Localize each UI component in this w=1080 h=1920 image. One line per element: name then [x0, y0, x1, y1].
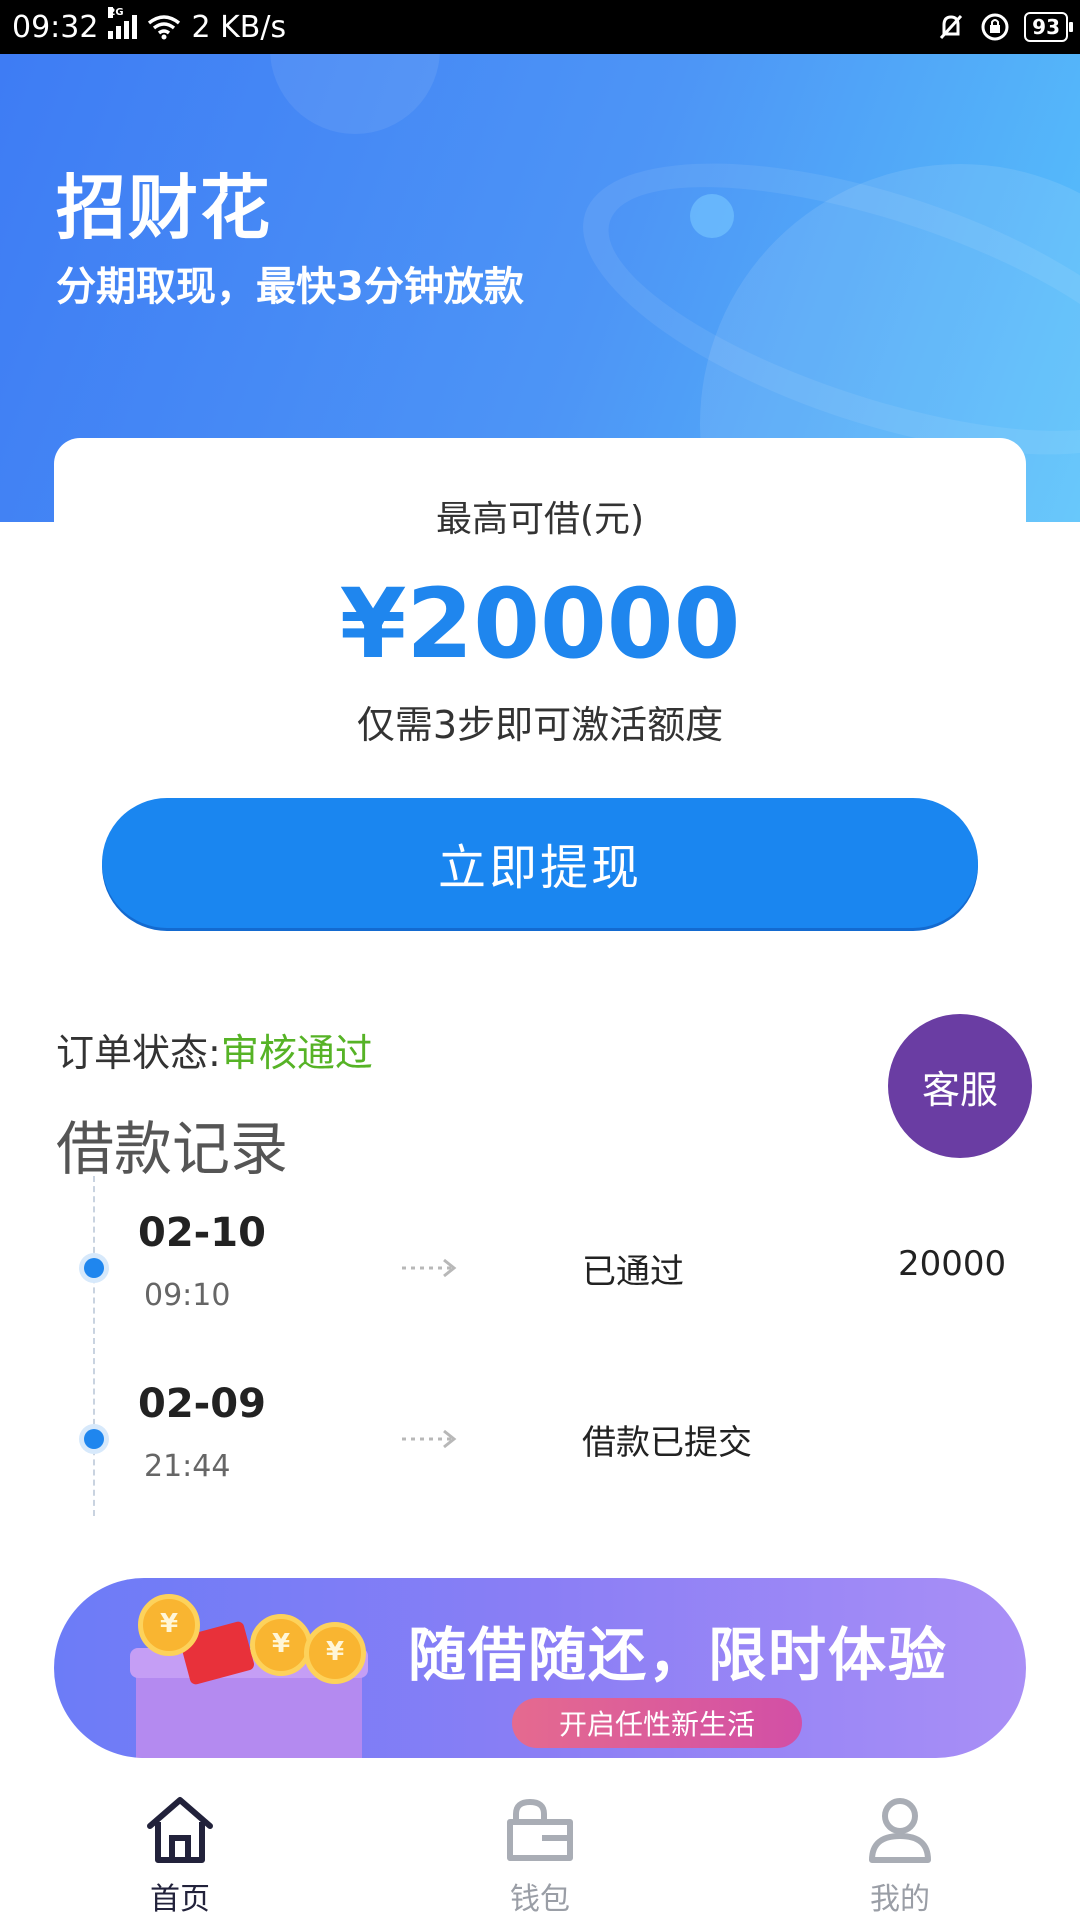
nav-home[interactable]: 首页: [0, 1770, 360, 1920]
promo-banner[interactable]: ¥ ¥ ¥ 随借随还，限时体验 开启任性新生活: [54, 1578, 1026, 1758]
max-borrow-amount: ¥20000: [339, 568, 741, 680]
nav-wallet-label: 钱包: [510, 1882, 570, 1917]
status-time: 09:32: [12, 9, 99, 45]
timeline-dot: [84, 1429, 104, 1449]
order-status-value: 审核通过: [220, 1031, 373, 1075]
app-title: 招财花: [56, 167, 272, 249]
record-time: 21:44: [144, 1449, 231, 1484]
battery-icon: 93: [1024, 12, 1073, 42]
app-tagline: 分期取现，最快3分钟放款: [56, 264, 524, 310]
timeline-dot: [84, 1258, 104, 1278]
bottom-nav: 首页 钱包 我的: [0, 1770, 1080, 1920]
coin-icon: ¥: [304, 1622, 366, 1684]
customer-service-button[interactable]: 客服: [888, 1014, 1032, 1158]
wifi-icon: [148, 15, 181, 40]
activation-hint: 仅需3步即可激活额度: [356, 703, 724, 747]
home-icon: [147, 1797, 213, 1863]
record-row[interactable]: 02-09 21:44 借款已提交: [0, 1367, 1080, 1497]
max-borrow-label: 最高可借(元): [435, 499, 645, 540]
record-time: 09:10: [144, 1278, 231, 1313]
network-type: 2G: [108, 7, 124, 18]
status-bar: 09:32 2G 2 KB/s 93: [0, 0, 1080, 54]
record-amount: 20000: [898, 1244, 1007, 1284]
network-speed: 2 KB/s: [191, 9, 287, 45]
record-date: 02-10: [138, 1210, 266, 1256]
arrow-right-icon: [402, 1258, 457, 1278]
coin-icon: ¥: [138, 1594, 200, 1656]
loan-records-title: 借款记录: [56, 1115, 289, 1183]
promo-title: 随借随还，限时体验: [408, 1621, 949, 1689]
mute-icon: [940, 14, 963, 40]
moon-decoration: [690, 194, 734, 238]
record-status: 借款已提交: [582, 1423, 752, 1463]
order-status: 订单状态:审核通过: [56, 1022, 373, 1077]
nav-home-label: 首页: [150, 1882, 210, 1917]
signal-icon: 2G: [108, 7, 138, 39]
profile-icon: [869, 1798, 931, 1863]
promo-subtitle: 开启任性新生活: [512, 1698, 802, 1748]
nav-profile-label: 我的: [870, 1882, 930, 1917]
arrow-right-icon: [402, 1429, 457, 1449]
record-status: 已通过: [582, 1252, 684, 1292]
nav-wallet[interactable]: 钱包: [360, 1770, 720, 1920]
coin-icon: ¥: [250, 1614, 312, 1676]
withdraw-button[interactable]: 立即提现: [102, 798, 978, 928]
planet-decoration: [270, 54, 440, 134]
wallet-icon: [507, 1798, 573, 1861]
record-row[interactable]: 02-10 09:10 已通过 20000: [0, 1196, 1080, 1326]
rotation-lock-icon: [981, 13, 1009, 41]
nav-profile[interactable]: 我的: [720, 1770, 1080, 1920]
record-date: 02-09: [138, 1381, 266, 1427]
order-status-label: 订单状态:: [56, 1031, 221, 1075]
